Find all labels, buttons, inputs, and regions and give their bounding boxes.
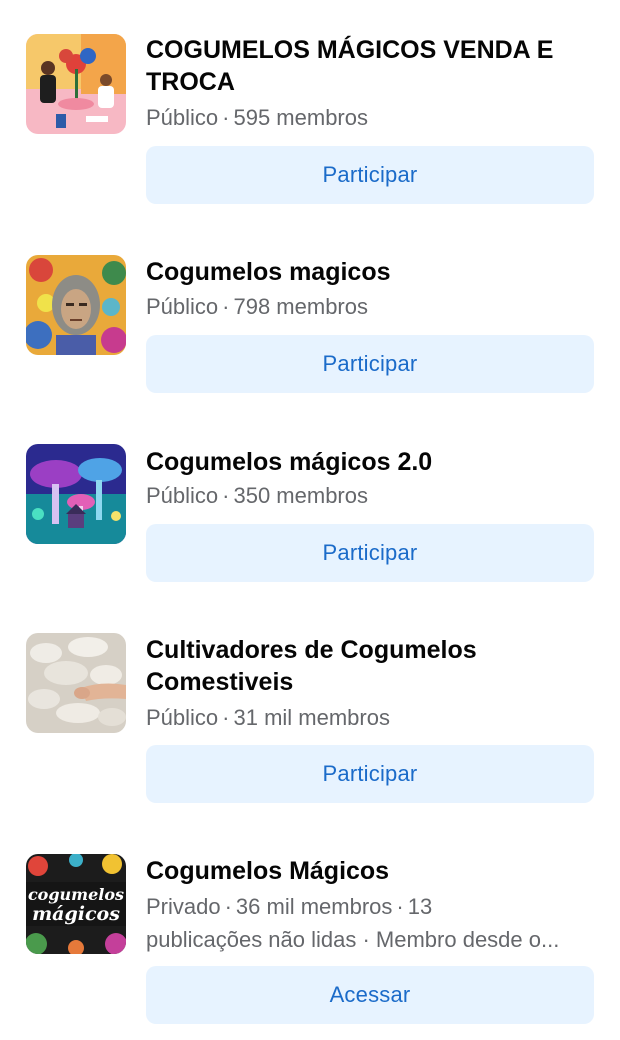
unread-count: 13: [407, 894, 433, 919]
group-members: 595 membros: [233, 105, 368, 130]
group-members: 350 membros: [233, 483, 368, 508]
group-name[interactable]: Cogumelos magicos: [146, 256, 596, 288]
separator-dot: ·: [222, 294, 230, 319]
group-privacy: Privado: [146, 894, 221, 919]
join-button[interactable]: Participar: [146, 146, 594, 204]
group-item[interactable]: COGUMELOS MÁGICOS VENDA E TROCA Público ·…: [0, 0, 620, 215]
group-meta: Público · 31 mil membros: [146, 701, 598, 734]
group-privacy: Público: [146, 294, 219, 319]
group-members: 798 membros: [233, 294, 368, 319]
group-cover-image[interactable]: cogumelos mágicos: [26, 854, 126, 954]
group-meta: Público · 595 membros: [146, 101, 598, 134]
group-cover-image[interactable]: [26, 34, 126, 134]
group-members: 31 mil membros: [233, 705, 390, 730]
group-item[interactable]: Cogumelos mágicos 2.0 Público · 350 membro…: [0, 405, 620, 595]
separator-dot: ·: [222, 483, 230, 508]
separator-dot: ·: [224, 894, 232, 919]
group-cover-image[interactable]: [26, 633, 126, 733]
group-cover-image[interactable]: [26, 255, 126, 355]
join-button[interactable]: Participar: [146, 745, 594, 803]
group-privacy: Público: [146, 483, 219, 508]
group-meta-line1: Privado · 36 mil membros · 13: [146, 890, 598, 923]
separator-dot: ·: [396, 894, 404, 919]
group-meta: Privado · 36 mil membros · 13 publicações nã…: [146, 890, 598, 956]
group-meta: Público · 350 membros: [146, 479, 598, 512]
access-button[interactable]: Acessar: [146, 966, 594, 1024]
group-name[interactable]: COGUMELOS MÁGICOS VENDA E TROCA: [146, 34, 596, 98]
group-item[interactable]: Cogumelos magicos Público · 798 membros Pa…: [0, 215, 620, 405]
thumb-text-cogumelos: cogumelos: [28, 885, 124, 904]
group-members: 36 mil membros: [235, 894, 393, 919]
group-meta-line2: publicações não lidas · Membro desde o..…: [146, 927, 560, 952]
join-button[interactable]: Participar: [146, 335, 594, 393]
group-item[interactable]: cogumelos mágicos Cogumelos Mágicos Priv…: [0, 810, 620, 1040]
group-cover-image[interactable]: [26, 444, 126, 544]
separator-dot: ·: [222, 705, 230, 730]
group-name[interactable]: Cogumelos mágicos 2.0: [146, 446, 596, 478]
group-name[interactable]: Cogumelos Mágicos: [146, 855, 596, 887]
group-privacy: Público: [146, 105, 219, 130]
group-privacy: Público: [146, 705, 219, 730]
group-meta: Público · 798 membros: [146, 290, 598, 323]
thumb-text-magicos: mágicos: [32, 903, 120, 925]
separator-dot: ·: [222, 105, 230, 130]
join-button[interactable]: Participar: [146, 524, 594, 582]
group-item[interactable]: Cultivadores de Cogumelos Comestiveis Pú…: [0, 595, 620, 810]
group-name[interactable]: Cultivadores de Cogumelos Comestiveis: [146, 634, 596, 698]
